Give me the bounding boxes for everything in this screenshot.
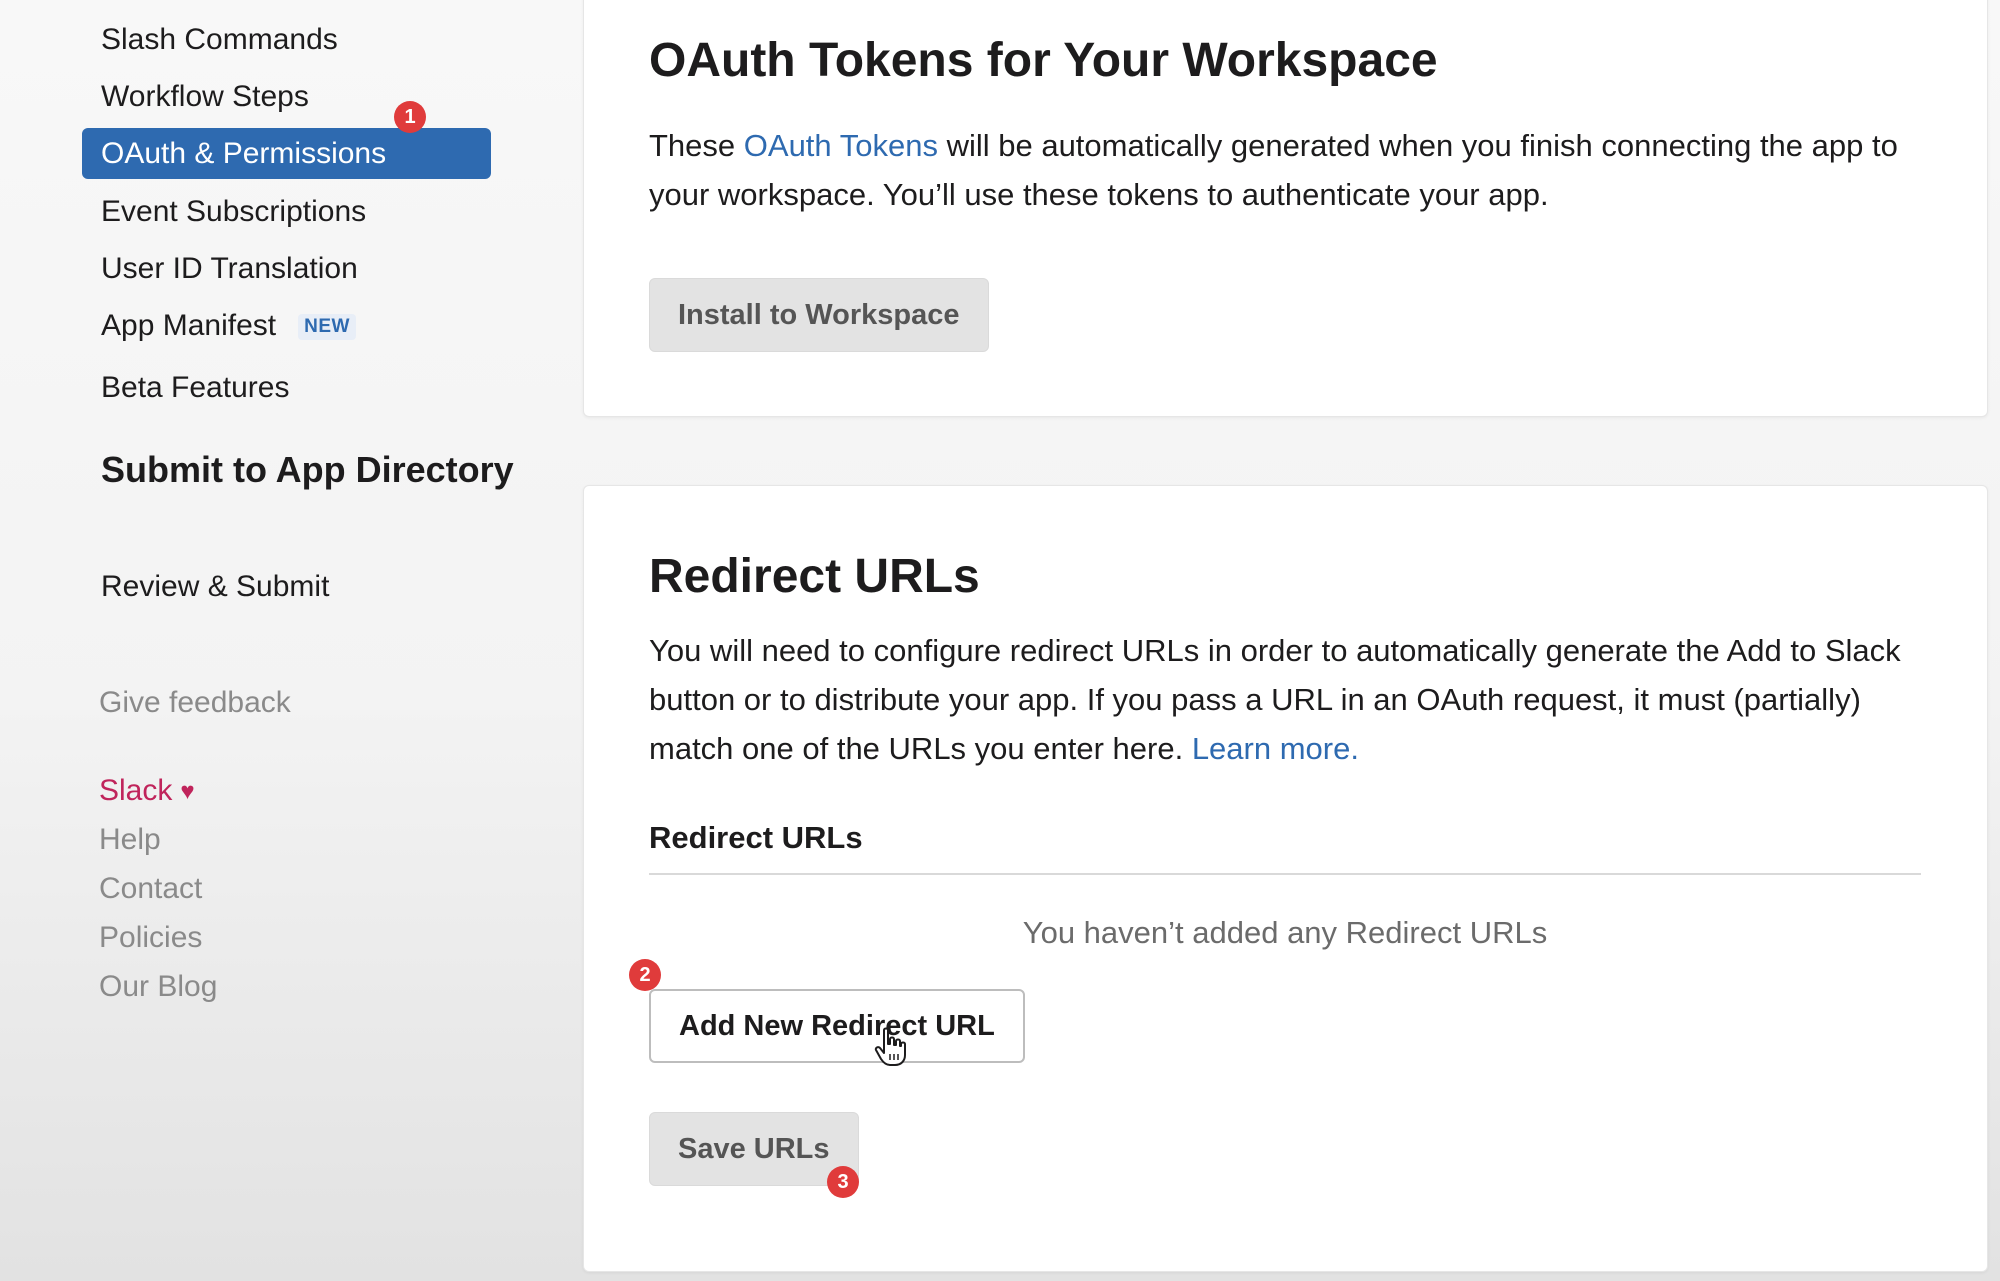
- redirect-urls-subheading: Redirect URLs: [649, 820, 863, 855]
- new-badge: NEW: [298, 314, 356, 341]
- footer-link-policies[interactable]: Policies: [99, 919, 202, 957]
- sidebar-item-workflow-steps[interactable]: Workflow Steps: [101, 78, 309, 116]
- sidebar-item-user-id-translation[interactable]: User ID Translation: [101, 250, 358, 288]
- footer-link-label: Slack: [99, 774, 173, 807]
- footer-link-slack[interactable]: Slack ♥: [99, 772, 195, 811]
- footer-link-contact[interactable]: Contact: [99, 870, 202, 908]
- annotation-badge-3: 3: [827, 1166, 859, 1198]
- heart-icon: ♥: [180, 778, 195, 806]
- sidebar-section-heading: Submit to App Directory: [101, 449, 514, 490]
- oauth-tokens-description: These OAuth Tokens will be automatically…: [649, 128, 1898, 212]
- sidebar-item-app-manifest[interactable]: App Manifest NEW: [101, 307, 356, 345]
- install-to-workspace-button[interactable]: Install to Workspace: [649, 278, 989, 352]
- sidebar-item-oauth-permissions[interactable]: OAuth & Permissions: [82, 128, 491, 179]
- hand-pointer-icon: [874, 1027, 906, 1066]
- annotation-badge-2: 2: [629, 959, 661, 991]
- sidebar: Slash Commands Workflow Steps OAuth & Pe…: [0, 0, 570, 1281]
- sidebar-item-beta-features[interactable]: Beta Features: [101, 369, 289, 407]
- add-new-redirect-url-button[interactable]: Add New Redirect URL: [649, 989, 1025, 1063]
- divider: [649, 873, 1921, 875]
- learn-more-link[interactable]: Learn more.: [1192, 731, 1359, 766]
- sidebar-item-label: App Manifest: [101, 309, 277, 342]
- sidebar-item-review-submit[interactable]: Review & Submit: [101, 568, 329, 606]
- give-feedback-link[interactable]: Give feedback: [99, 684, 291, 722]
- empty-state-text: You haven’t added any Redirect URLs: [1022, 915, 1548, 950]
- sidebar-item-slash-commands[interactable]: Slash Commands: [101, 21, 338, 59]
- redirect-urls-title: Redirect URLs: [649, 550, 980, 603]
- redirect-urls-card: Redirect URLs You will need to configure…: [583, 485, 1988, 1272]
- footer-link-our-blog[interactable]: Our Blog: [99, 968, 217, 1006]
- oauth-tokens-link[interactable]: OAuth Tokens: [744, 128, 938, 163]
- footer-link-help[interactable]: Help: [99, 821, 161, 859]
- redirect-urls-description: You will need to configure redirect URLs…: [649, 633, 1901, 766]
- oauth-tokens-title: OAuth Tokens for Your Workspace: [649, 34, 1438, 87]
- annotation-badge-1: 1: [394, 101, 426, 133]
- save-urls-button[interactable]: Save URLs: [649, 1112, 859, 1186]
- sidebar-item-event-subscriptions[interactable]: Event Subscriptions: [101, 193, 366, 231]
- oauth-tokens-card: OAuth Tokens for Your Workspace These OA…: [583, 0, 1988, 417]
